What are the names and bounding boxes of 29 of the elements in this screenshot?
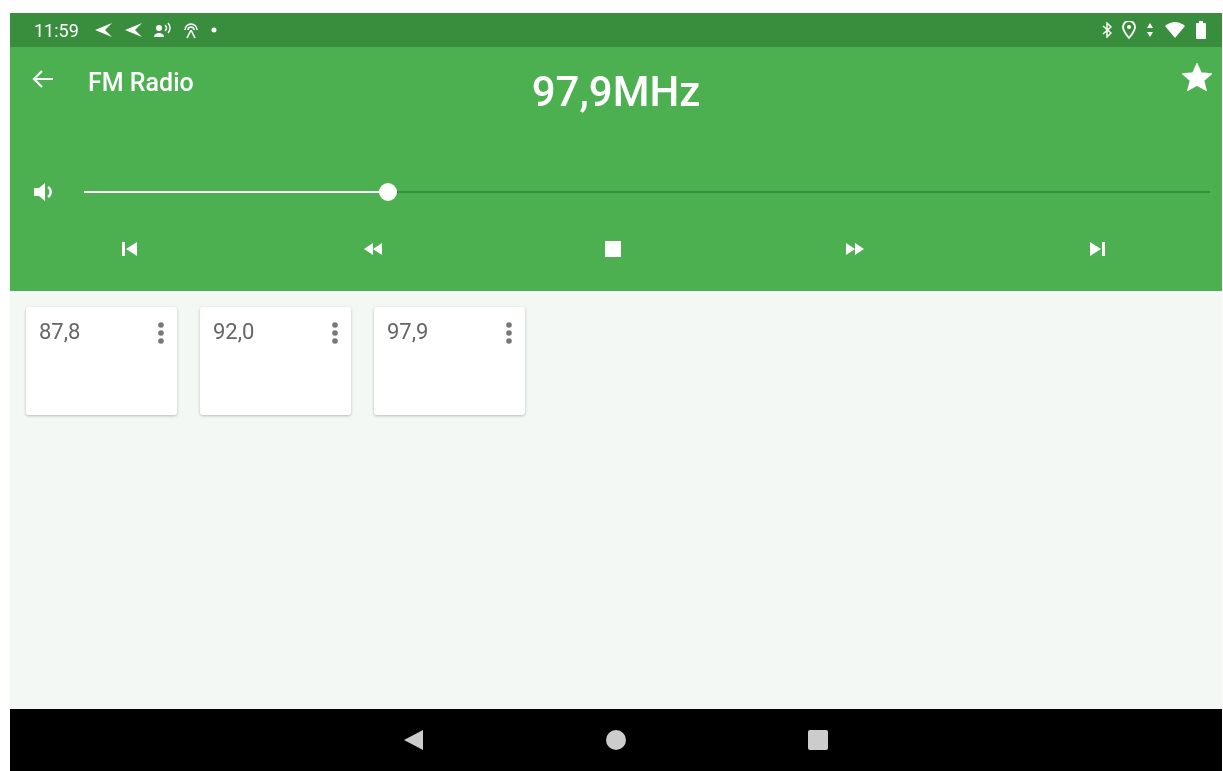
back-icon[interactable] — [32, 69, 54, 89]
data-arrows-icon — [1146, 22, 1154, 38]
battery-icon — [1196, 21, 1206, 39]
current-frequency: 97,9MHz — [531, 67, 701, 116]
person-sound-icon — [152, 22, 171, 38]
more-icon[interactable] — [331, 321, 339, 345]
preset-frequency: 87,8 — [39, 319, 81, 344]
preset-frequency: 97,9 — [387, 319, 429, 344]
slider-thumb[interactable] — [379, 183, 397, 201]
skip-next-icon[interactable] — [1087, 240, 1107, 258]
location-icon — [1122, 21, 1136, 39]
rewind-icon[interactable] — [362, 240, 382, 258]
recents-icon[interactable] — [807, 729, 829, 751]
more-icon[interactable] — [505, 321, 513, 345]
more-icon[interactable] — [157, 321, 165, 345]
dot-icon — [210, 27, 217, 33]
wifi-icon — [1164, 21, 1186, 39]
preset-card[interactable]: 92,0 — [200, 307, 351, 415]
status-time: 11:59 — [34, 19, 79, 41]
preset-card[interactable]: 97,9 — [374, 307, 525, 415]
screen-title: FM Radio — [88, 68, 194, 97]
bluetooth-icon — [1102, 22, 1112, 38]
preset-card[interactable]: 87,8 — [26, 307, 177, 415]
back-triangle-icon[interactable] — [403, 729, 425, 751]
star-icon[interactable] — [1182, 63, 1212, 91]
fast-forward-icon[interactable] — [846, 240, 866, 258]
preset-frequency: 92,0 — [213, 319, 255, 344]
stop-icon[interactable] — [604, 240, 624, 258]
home-icon[interactable] — [605, 729, 627, 751]
